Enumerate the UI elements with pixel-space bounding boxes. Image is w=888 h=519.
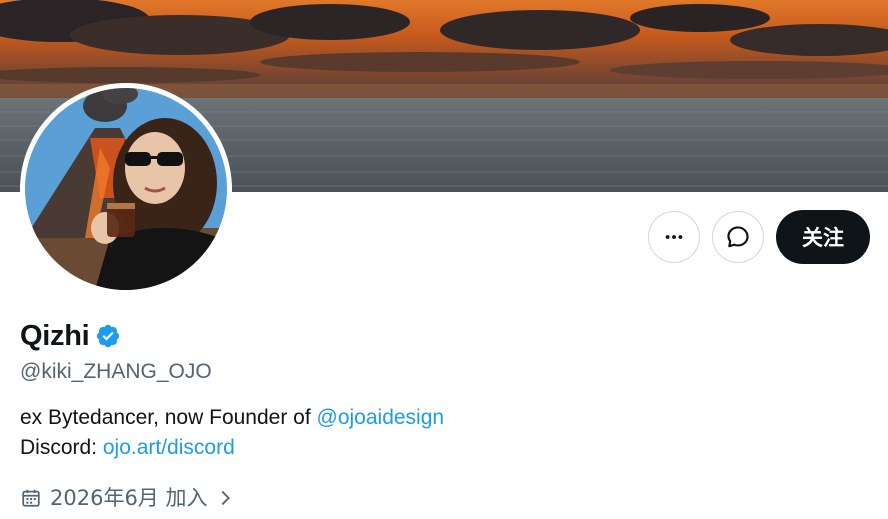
- name-row: Qizhi: [20, 316, 860, 356]
- bio-text: ex Bytedancer, now Founder of: [20, 406, 317, 429]
- discord-link[interactable]: ojo.art/discord: [103, 436, 235, 459]
- bio-line-2: Discord: ojo.art/discord: [20, 433, 860, 463]
- profile-info: Qizhi @kiki_ZHANG_OJO ex Bytedancer, now…: [20, 316, 860, 513]
- calendar-icon: [22, 489, 40, 507]
- profile-page: 关注 Qizhi @kiki_ZHANG_OJO ex Bytedancer, …: [0, 0, 888, 519]
- bio-mention-link[interactable]: @ojoaidesign: [317, 406, 445, 429]
- display-name: Qizhi: [20, 320, 90, 352]
- more-icon: [665, 235, 683, 239]
- verified-badge-icon[interactable]: [95, 323, 121, 349]
- profile-handle: @kiki_ZHANG_OJO: [20, 360, 212, 383]
- avatar-image: [25, 88, 227, 290]
- more-button[interactable]: [648, 211, 700, 263]
- message-button[interactable]: [712, 211, 764, 263]
- bio-text: Discord:: [20, 436, 103, 459]
- message-icon: [727, 226, 749, 248]
- joined-date-text: 2026年6月 加入: [50, 486, 208, 510]
- profile-actions: 关注: [648, 210, 870, 264]
- profile-bio: ex Bytedancer, now Founder of @ojoaidesi…: [20, 403, 860, 463]
- chevron-right-icon[interactable]: [217, 487, 233, 509]
- follow-button[interactable]: 关注: [776, 210, 870, 264]
- avatar[interactable]: [20, 83, 232, 295]
- joined-date-row: 2026年6月 加入: [20, 483, 860, 513]
- bio-line-1: ex Bytedancer, now Founder of @ojoaidesi…: [20, 403, 860, 433]
